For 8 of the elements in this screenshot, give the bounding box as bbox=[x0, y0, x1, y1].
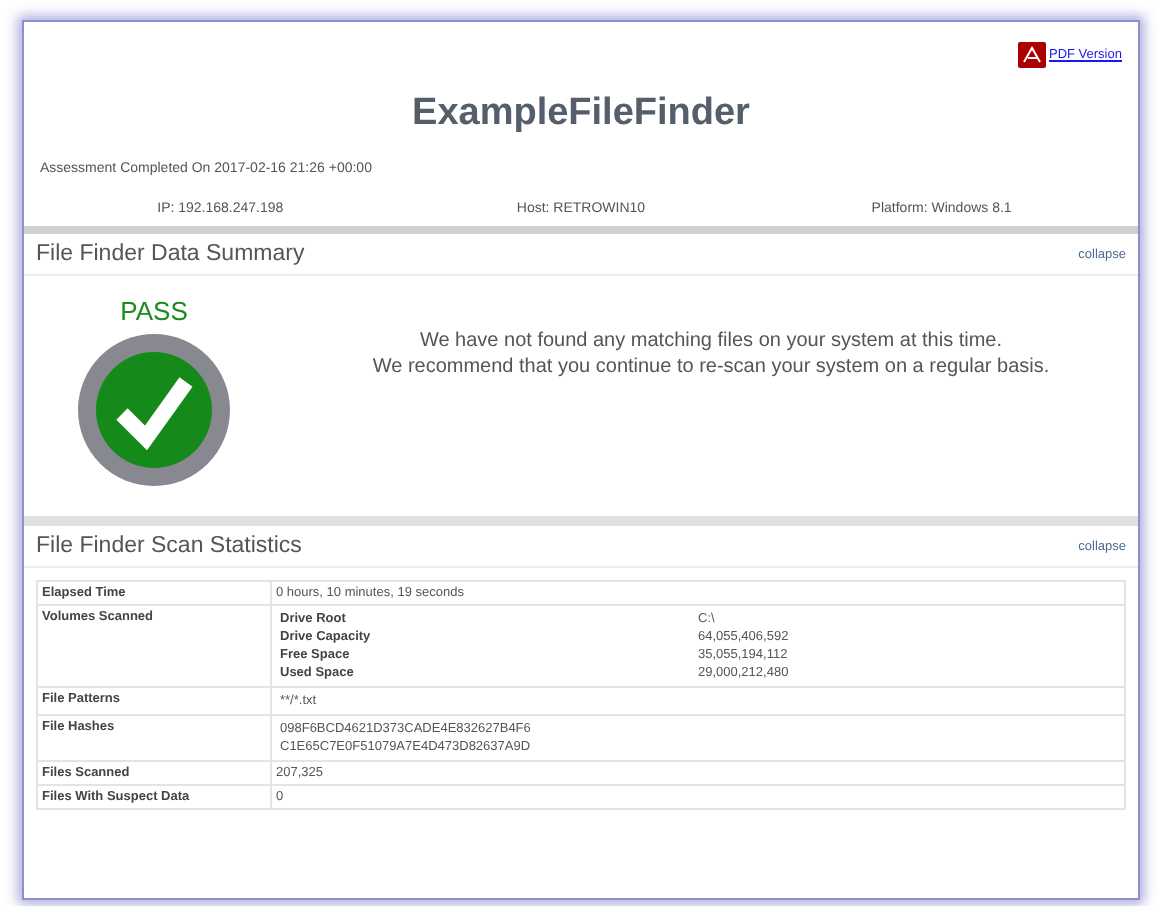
summary-message: We recommend that you continue to re-scan your system on a regular basis. bbox=[370, 354, 1052, 380]
panel-title: File Finder Data Summary bbox=[36, 242, 305, 266]
pass-status: PASS bbox=[120, 296, 188, 326]
panel-title: File Finder Scan Statistics bbox=[36, 534, 302, 558]
pdf-icon bbox=[1017, 42, 1045, 68]
report-title: ExampleFileFinder bbox=[410, 92, 752, 136]
checkmark-icon bbox=[78, 334, 230, 486]
summary-message: We have not found any matching files on your system at this time. bbox=[417, 328, 1005, 354]
